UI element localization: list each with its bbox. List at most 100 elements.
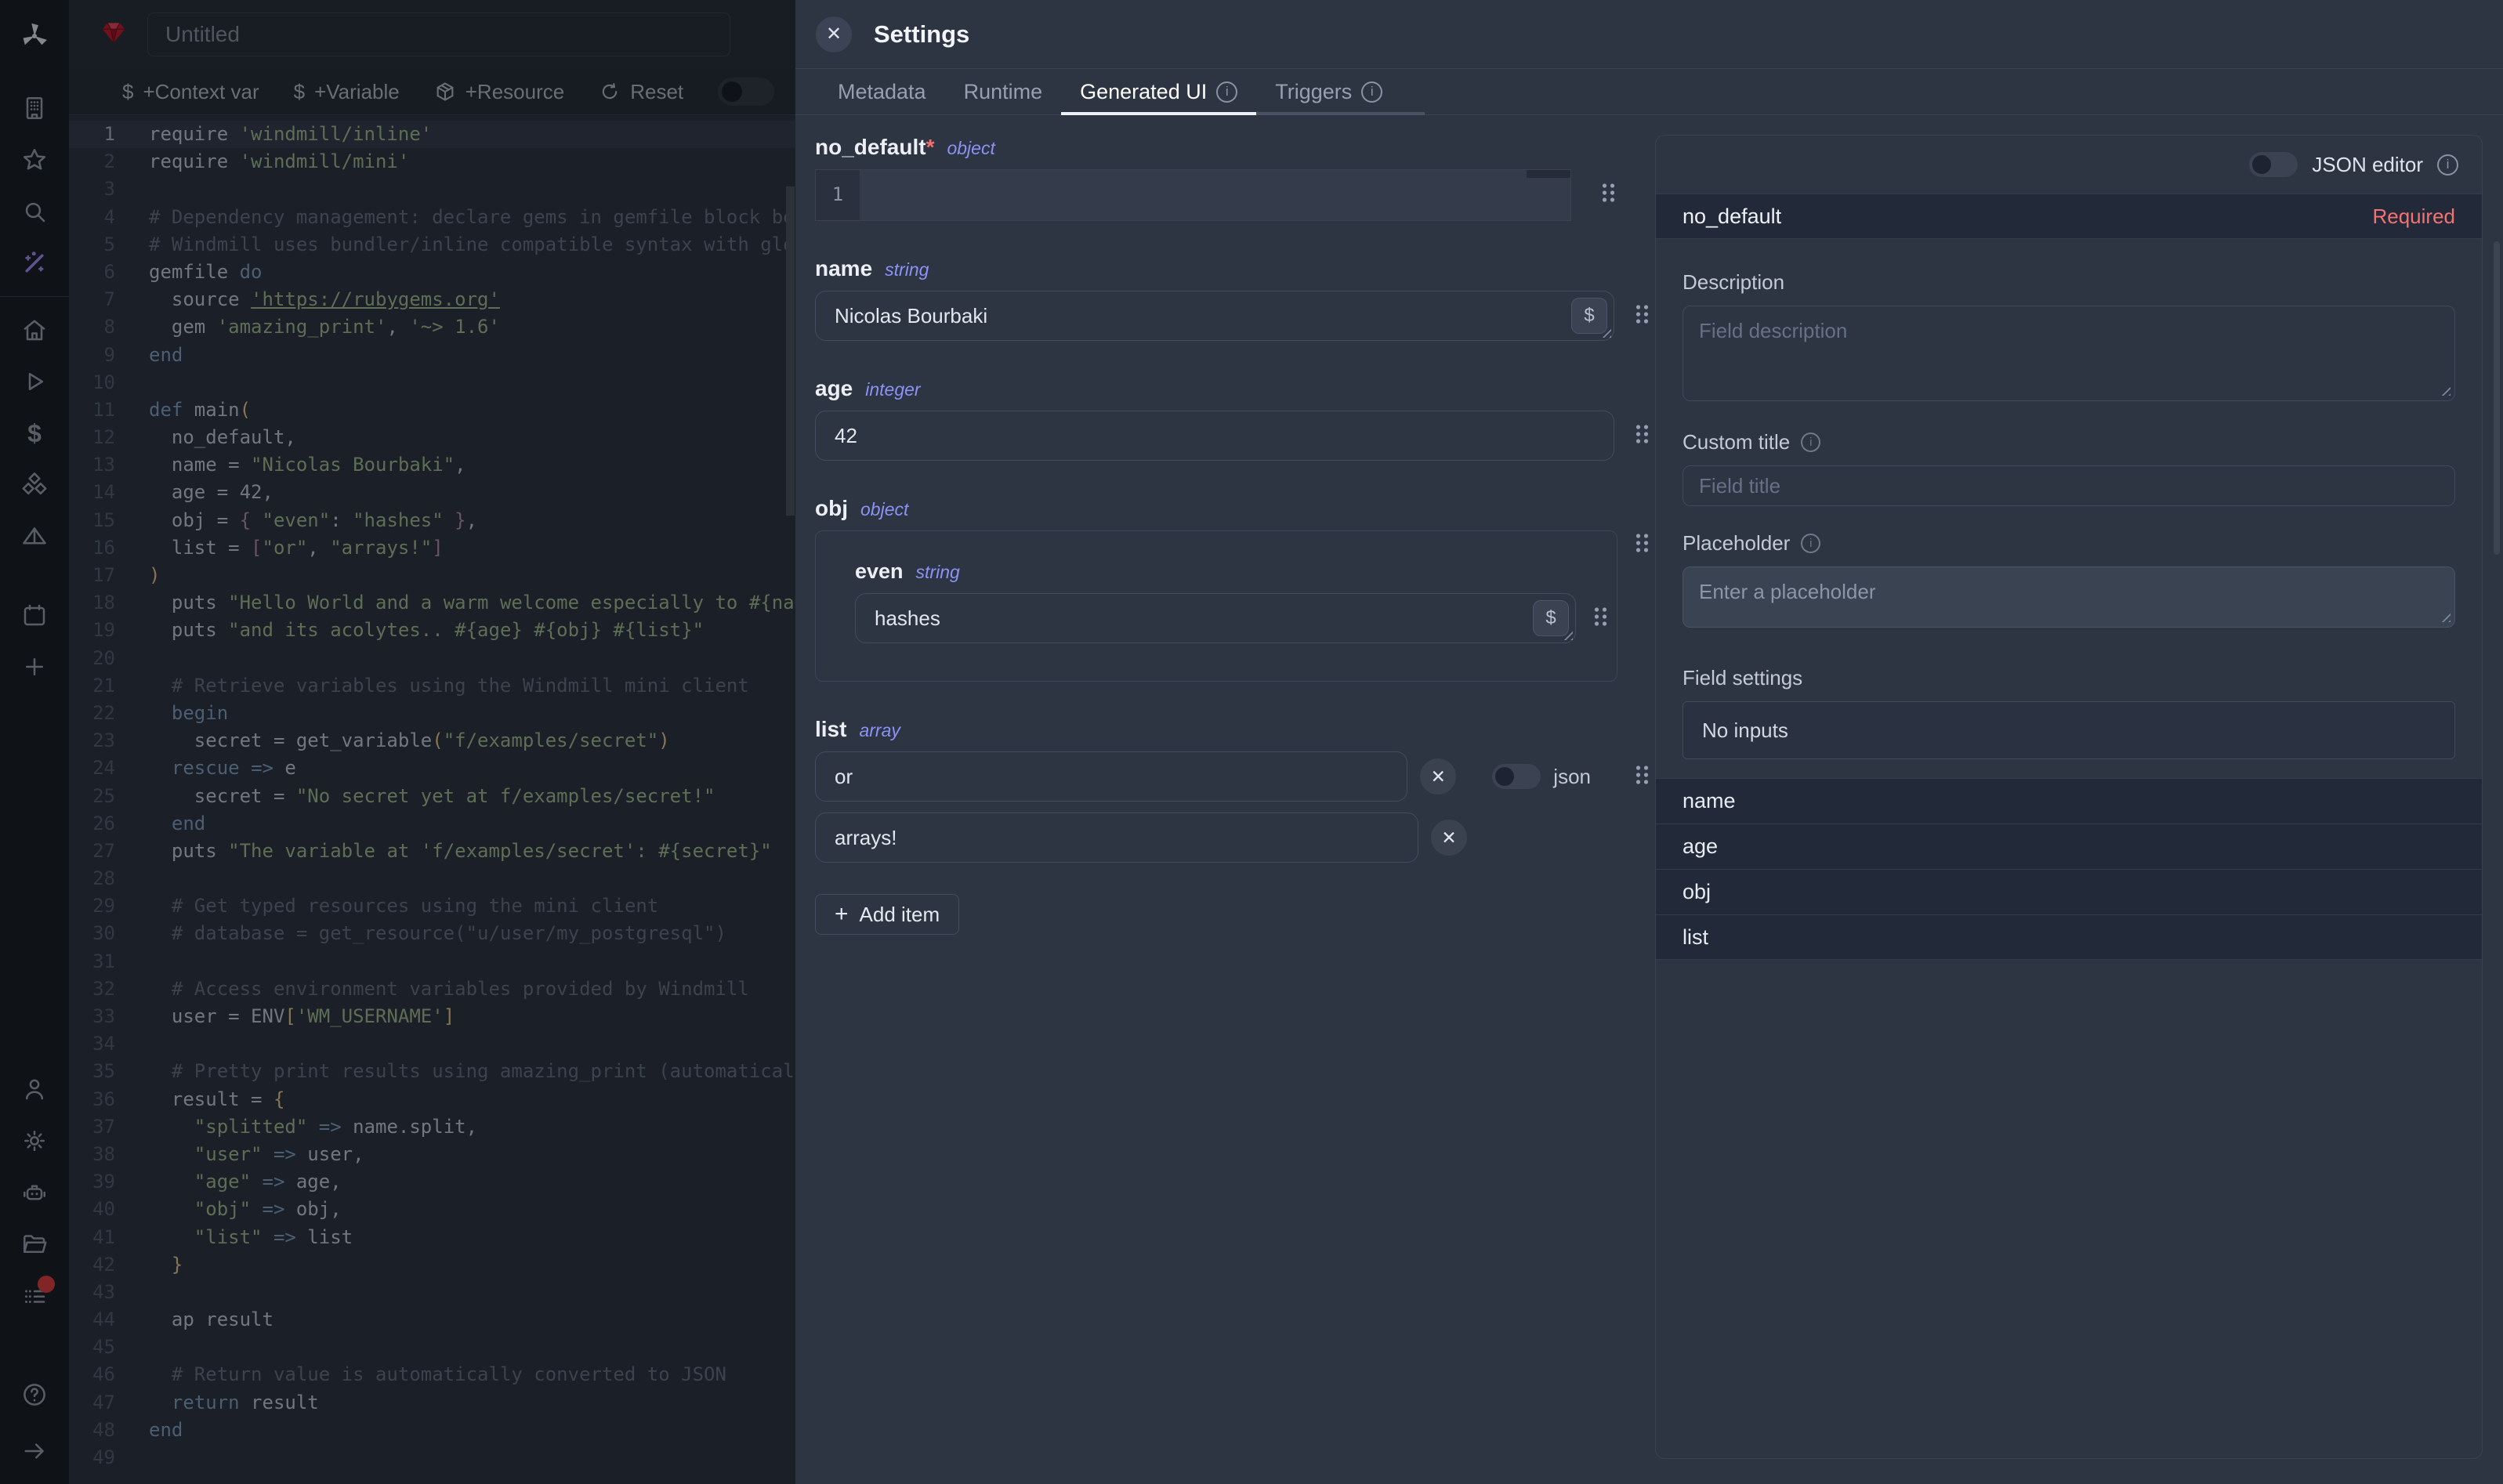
field-inspector-panel: JSON editor i no_default Required Descri… [1655, 135, 2483, 1459]
code-line: 39 "age" => age, [69, 1168, 795, 1196]
remove-item-icon[interactable]: ✕ [1431, 820, 1467, 856]
add-variable-button[interactable]: $+Variable [294, 80, 400, 104]
add-context-var-button[interactable]: $+Context var [122, 80, 259, 104]
drag-handle-icon[interactable] [1635, 532, 1650, 558]
tab-triggers[interactable]: Triggersi [1256, 69, 1401, 114]
list-item: ✕ json [815, 751, 1650, 802]
code-line: 20 [69, 645, 795, 672]
code-line: 6gemfile do [69, 259, 795, 286]
code-line: 32 # Access environment variables provid… [69, 975, 795, 1003]
code-line: 48end [69, 1417, 795, 1444]
json-toggle[interactable] [1492, 764, 1541, 789]
tab-runtime[interactable]: Runtime [945, 69, 1062, 114]
search-icon[interactable] [13, 190, 56, 233]
help-icon[interactable] [13, 1373, 56, 1417]
obj-nested-container: even string $ [815, 530, 1617, 682]
code-line: 15 obj = { "even": "hashes" }, [69, 507, 795, 534]
json-editor-gutter: 1 [816, 170, 860, 220]
schedules-pyramid-icon[interactable] [13, 515, 56, 559]
code-lines: 1require 'windmill/inline'2require 'wind… [69, 121, 795, 1471]
user-icon[interactable] [13, 1067, 56, 1111]
code-line: 41 "list" => list [69, 1224, 795, 1251]
age-input[interactable] [816, 411, 1614, 460]
field-row-age[interactable]: age [1656, 823, 2482, 869]
workspace-icon[interactable] [13, 86, 56, 130]
queue-alert-badge [38, 1276, 55, 1293]
description-textarea[interactable] [1683, 306, 2455, 401]
remove-item-icon[interactable]: ✕ [1420, 758, 1456, 794]
field-no-default: no_default* object 1 [815, 135, 1650, 221]
windmill-logo-icon[interactable] [13, 14, 56, 58]
reset-button[interactable]: Reset [599, 80, 683, 104]
field-row-name[interactable]: name [1656, 778, 2482, 823]
settings-gear-icon[interactable] [13, 1119, 56, 1163]
add-resource-button[interactable]: +Resource [434, 80, 564, 104]
modal-title: Settings [874, 20, 969, 49]
placeholder-textarea[interactable] [1683, 566, 2455, 628]
insert-variable-button[interactable]: $ [1533, 600, 1569, 636]
code-line: 8 gem 'amazing_print', '~> 1.6' [69, 313, 795, 341]
code-line: 3 [69, 176, 795, 203]
name-input[interactable] [816, 291, 1571, 340]
code-line: 5# Windmill uses bundler/inline compatib… [69, 231, 795, 259]
info-icon: i [1801, 433, 1820, 452]
custom-title-input[interactable] [1683, 465, 2455, 506]
code-line: 11def main( [69, 396, 795, 424]
json-editor-toggle[interactable] [2249, 152, 2298, 177]
drag-handle-icon[interactable] [1601, 182, 1616, 208]
resources-cubes-icon[interactable] [13, 463, 56, 507]
code-line: 12 no_default, [69, 424, 795, 451]
tab-metadata[interactable]: Metadata [819, 69, 945, 114]
list-item-input[interactable] [816, 813, 1418, 862]
field-row-list[interactable]: list [1656, 914, 2482, 960]
description-label: Description [1683, 270, 1784, 295]
script-name-input[interactable]: Untitled [147, 13, 730, 56]
required-asterisk: * [926, 135, 935, 160]
runs-play-icon[interactable] [13, 360, 56, 404]
editor-scrollbar[interactable] [786, 116, 795, 1484]
workers-robot-icon[interactable] [13, 1171, 56, 1214]
code-line: 43 [69, 1279, 795, 1306]
code-line: 18 puts "Hello World and a warm welcome … [69, 589, 795, 617]
code-line: 17) [69, 562, 795, 589]
code-line: 42 } [69, 1251, 795, 1279]
json-editor-scrollbar[interactable] [1527, 170, 1570, 178]
collapse-sidebar-arrow-icon[interactable] [13, 1429, 56, 1473]
add-item-button[interactable]: + Add item [815, 894, 959, 935]
tab-generated-ui[interactable]: Generated UIi [1061, 69, 1256, 114]
add-plus-icon[interactable] [13, 645, 56, 689]
code-line: 14 age = 42, [69, 479, 795, 506]
list-item-input[interactable] [816, 752, 1407, 801]
drag-handle-icon[interactable] [1635, 303, 1650, 329]
variables-dollar-icon[interactable]: $ [13, 411, 56, 455]
calendar-icon[interactable] [13, 593, 56, 637]
code-line: 28 [69, 865, 795, 892]
close-icon[interactable]: ✕ [816, 16, 852, 52]
script-name-value: Untitled [165, 22, 240, 47]
drag-handle-icon[interactable] [1635, 423, 1650, 449]
code-line: 46 # Return value is automatically conve… [69, 1361, 795, 1388]
editor-mode-toggle[interactable] [718, 78, 774, 106]
favorites-star-icon[interactable] [13, 138, 56, 182]
code-line: 31 [69, 948, 795, 975]
drag-handle-icon[interactable] [1593, 606, 1608, 632]
drag-handle-icon[interactable] [1635, 764, 1650, 790]
code-line: 30 # database = get_resource("u/user/my_… [69, 920, 795, 947]
code-line: 16 list = ["or", "arrays!"] [69, 534, 795, 562]
queue-list-icon[interactable] [13, 1274, 56, 1318]
selected-field-row[interactable]: no_default Required [1656, 194, 2482, 239]
field-row-obj[interactable]: obj [1656, 869, 2482, 914]
code-line: 40 "obj" => obj, [69, 1196, 795, 1223]
code-line: 38 "user" => user, [69, 1141, 795, 1168]
insert-variable-button[interactable]: $ [1571, 298, 1607, 334]
field-type: object [947, 138, 994, 159]
folders-icon[interactable] [13, 1222, 56, 1266]
code-editor[interactable]: 1require 'windmill/inline'2require 'wind… [69, 116, 795, 1484]
code-line: 33 user = ENV['WM_USERNAME'] [69, 1003, 795, 1030]
modal-scrollbar[interactable] [2494, 241, 2500, 555]
even-input[interactable] [856, 594, 1533, 642]
no-default-json-input[interactable]: 1 [815, 169, 1571, 221]
ai-wand-icon[interactable] [13, 241, 56, 285]
field-label: name [815, 256, 872, 281]
home-icon[interactable] [13, 308, 56, 352]
